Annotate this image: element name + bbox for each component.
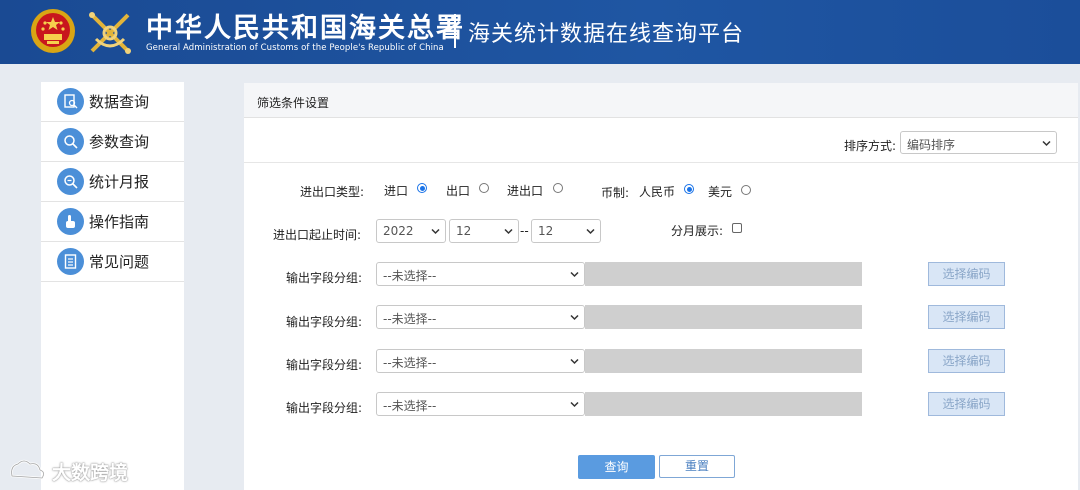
selected-code-box: [585, 305, 862, 329]
currency-label: 币制:: [601, 186, 630, 200]
chevron-down-icon: [586, 228, 595, 235]
sort-select[interactable]: 编码排序: [900, 131, 1057, 154]
field-group-value: --未选择--: [383, 399, 437, 413]
watermark: 大数跨境: [8, 456, 148, 486]
field-group-value: --未选择--: [383, 269, 437, 283]
range-separator: --: [520, 224, 529, 238]
field-group-select[interactable]: --未选择--: [376, 262, 585, 286]
sidebar-item-label: 统计月报: [89, 173, 150, 191]
radio-export[interactable]: [479, 183, 489, 193]
select-code-button[interactable]: 选择编码: [928, 392, 1005, 416]
select-code-button[interactable]: 选择编码: [928, 349, 1005, 373]
sidebar-item-label: 操作指南: [89, 213, 150, 231]
radio-usd[interactable]: [741, 185, 751, 195]
chevron-down-icon: [570, 401, 579, 408]
report-search-icon: [57, 168, 84, 195]
radio-import[interactable]: [417, 183, 427, 193]
end-month-select[interactable]: 12: [531, 219, 601, 243]
chevron-down-icon: [570, 358, 579, 365]
chevron-down-icon: [1042, 140, 1051, 147]
radio-import-export[interactable]: [553, 183, 563, 193]
period-label: 进出口起止时间:: [273, 228, 362, 242]
field-group-label: 输出字段分组:: [286, 315, 363, 329]
chevron-down-icon: [504, 228, 513, 235]
sidebar-item-guide[interactable]: 操作指南: [41, 202, 184, 242]
magnifier-icon: [57, 128, 84, 155]
field-group-select[interactable]: --未选择--: [376, 392, 585, 416]
field-group-label: 输出字段分组:: [286, 358, 363, 372]
trade-type-label: 进出口类型:: [300, 185, 365, 199]
monthly-checkbox[interactable]: [732, 223, 742, 233]
document-search-icon: [57, 88, 84, 115]
chevron-down-icon: [570, 271, 579, 278]
sidebar-item-data-query[interactable]: 数据查询: [41, 82, 184, 122]
start-month-value: 12: [456, 224, 472, 238]
field-group-label: 输出字段分组:: [286, 271, 363, 285]
customs-logo-icon: [89, 12, 131, 54]
sort-label: 排序方式:: [844, 139, 897, 153]
field-group-select[interactable]: --未选择--: [376, 305, 585, 329]
panel-header: 筛选条件设置: [244, 83, 1078, 118]
hand-pointer-icon: [57, 208, 84, 235]
field-group-value: --未选择--: [383, 312, 437, 326]
sidebar-item-label: 参数查询: [89, 133, 150, 151]
sidebar-item-label: 数据查询: [89, 93, 150, 111]
radio-label-usd: 美元: [708, 185, 733, 199]
selected-code-box: [585, 392, 862, 416]
platform-title: 海关统计数据在线查询平台: [468, 22, 745, 47]
query-button[interactable]: 查询: [578, 455, 655, 479]
year-select-value: 2022: [383, 224, 414, 238]
selected-code-box: [585, 349, 862, 373]
sidebar-item-label: 常见问题: [89, 253, 150, 271]
panel-title: 筛选条件设置: [257, 96, 330, 110]
select-code-button[interactable]: 选择编码: [928, 305, 1005, 329]
radio-rmb[interactable]: [684, 184, 694, 194]
end-month-value: 12: [538, 224, 554, 238]
selected-code-box: [585, 262, 862, 286]
field-group-label: 输出字段分组:: [286, 401, 363, 415]
org-name-cn: 中华人民共和国海关总署: [146, 13, 465, 44]
header-divider: [454, 14, 456, 48]
monthly-label: 分月展示:: [671, 224, 724, 238]
site-header: 中华人民共和国海关总署 General Administration of Cu…: [0, 0, 1080, 64]
start-month-select[interactable]: 12: [449, 219, 519, 243]
radio-label-export: 出口: [446, 184, 471, 198]
radio-label-import: 进口: [384, 184, 409, 198]
radio-label-rmb: 人民币: [639, 185, 676, 199]
field-group-value: --未选择--: [383, 356, 437, 370]
list-document-icon: [57, 248, 84, 275]
sort-select-value: 编码排序: [907, 138, 956, 152]
org-name-en: General Administration of Customs of the…: [146, 43, 444, 53]
reset-button[interactable]: 重置: [659, 455, 735, 478]
filter-panel: 筛选条件设置 排序方式: 编码排序 进出口类型: 进口 出口 进出口 币制: 人…: [244, 83, 1078, 490]
national-emblem-icon: [31, 9, 75, 53]
divider: [244, 162, 1078, 163]
sidebar-nav: 数据查询 参数查询 统计月报 操作指南 常见问题: [41, 82, 184, 490]
chevron-down-icon: [431, 228, 440, 235]
sidebar-item-param-query[interactable]: 参数查询: [41, 122, 184, 162]
watermark-logo-icon: [10, 459, 45, 480]
radio-label-import-export: 进出口: [507, 184, 544, 198]
sidebar-item-faq[interactable]: 常见问题: [41, 242, 184, 282]
year-select[interactable]: 2022: [376, 219, 446, 243]
watermark-text: 大数跨境: [52, 462, 129, 484]
sidebar-item-monthly-report[interactable]: 统计月报: [41, 162, 184, 202]
field-group-select[interactable]: --未选择--: [376, 349, 585, 373]
chevron-down-icon: [570, 314, 579, 321]
select-code-button[interactable]: 选择编码: [928, 262, 1005, 286]
